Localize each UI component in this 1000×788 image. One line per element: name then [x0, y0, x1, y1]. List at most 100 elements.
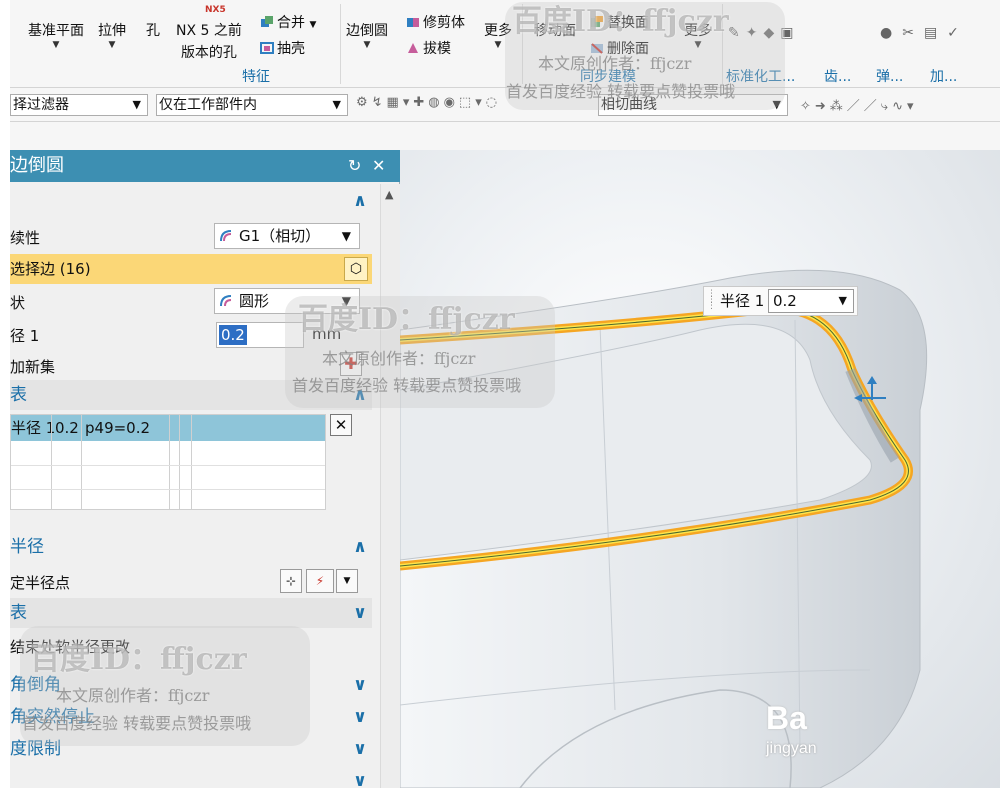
chevron-up-icon[interactable]: ∧ — [348, 532, 372, 562]
chevron-down-icon: ▼ — [132, 98, 141, 111]
graphics-viewport[interactable] — [400, 150, 1000, 788]
extrude-label: 拉伸 — [98, 23, 126, 39]
list-item-expression: p49=0.2 — [85, 419, 151, 437]
draft-label: 拔模 — [423, 41, 451, 57]
circular-shape-icon — [220, 295, 232, 307]
dialog-title-bar: 边倒圆 ↻ ✕ — [10, 150, 400, 182]
callout-label: 半径 1 — [720, 292, 765, 310]
hole-label: 孔 — [146, 23, 160, 39]
list2-label: 表 — [10, 603, 27, 623]
list-row-divider — [11, 465, 325, 466]
shell-icon — [260, 42, 274, 54]
list-row-divider — [11, 489, 325, 490]
callout-radius-select[interactable]: 0.2 ▼ — [768, 289, 854, 313]
watermark-backdrop — [505, 2, 785, 110]
shape-value: 圆形 — [239, 292, 270, 310]
selection-scope-value: 仅在工作部件内 — [159, 97, 257, 113]
cube-icon[interactable]: ⬡ — [344, 257, 368, 281]
chevron-down-icon[interactable]: ∨ — [348, 598, 372, 628]
watermark-backdrop — [20, 626, 310, 746]
features-group-label: 特征 — [242, 69, 270, 85]
next-section-header[interactable]: ∨ — [10, 766, 372, 788]
unite-label: 合并 — [277, 15, 305, 31]
snap-point-icons[interactable]: ✧➜⁂／／⤷∿▾ — [800, 95, 917, 114]
nx5-badge: NX5 — [205, 5, 226, 15]
scroll-up-icon[interactable]: ▲ — [385, 188, 393, 201]
selection-scope-select[interactable]: 仅在工作部件内 ▼ — [156, 94, 348, 116]
add-group-label[interactable]: 加... — [930, 66, 957, 86]
chevron-down-icon: ▼ — [52, 40, 60, 50]
edge-blend-button[interactable]: 边倒圆 ▼ — [346, 22, 388, 50]
radius-value: 0.2 — [219, 325, 247, 345]
spring-group-label[interactable]: 弹... — [876, 66, 903, 86]
list-item-name: 半径 1 — [11, 419, 56, 437]
ribbon-divider — [340, 4, 341, 84]
baidu-jingyan-logo: Ba — [766, 700, 807, 736]
inferred-point-button[interactable]: ⚡ — [306, 569, 334, 593]
remove-item-button[interactable]: ✕ — [330, 414, 352, 436]
trim-body-icon — [407, 18, 419, 27]
snap-tools-icons[interactable]: ⚙↯▦▾✚◍◉⬚▾◌ — [356, 95, 501, 110]
chevron-down-icon[interactable]: ∨ — [348, 766, 372, 788]
edge-blend-label: 边倒圆 — [346, 23, 388, 39]
shell-label: 抽壳 — [277, 41, 305, 57]
gear-tools-icons[interactable]: ●✂▤✓ — [880, 24, 969, 42]
toolbar-spacer — [10, 122, 1000, 150]
part-model — [400, 269, 928, 788]
chevron-down-icon: ▼ — [363, 40, 371, 50]
shell-button[interactable]: 抽壳 — [260, 40, 305, 58]
nx5-hole-label-1: NX 5 之前 — [176, 23, 242, 39]
draft-button[interactable]: 拔模 — [406, 40, 451, 58]
trim-body-button[interactable]: 修剪体 — [406, 14, 465, 32]
radius-list[interactable]: 半径 1 0.2 p49=0.2 — [10, 414, 326, 510]
datum-plane-label: 基准平面 — [28, 23, 84, 39]
edge-section-header[interactable]: ∧ — [10, 186, 372, 216]
chevron-down-icon: ▼ — [108, 40, 116, 50]
type-filter-select[interactable]: 择过滤器 ▼ — [10, 94, 148, 116]
unite-icon — [261, 16, 273, 27]
datum-plane-button[interactable]: 基准平面 ▼ — [28, 22, 84, 50]
close-icon[interactable]: ✕ — [372, 150, 385, 182]
list-label: 表 — [10, 385, 27, 405]
continuity-select[interactable]: G1（相切） ▼ — [214, 223, 360, 249]
select-edge-label: 选择边 (16) — [10, 260, 91, 278]
continuity-value: G1（相切） — [239, 227, 321, 245]
list-column-divider — [81, 415, 82, 509]
callout-radius-value: 0.2 — [773, 292, 797, 310]
select-edge-row[interactable]: 选择边 (16) ⬡ — [10, 254, 372, 284]
point-dialog-button[interactable]: ⊹ — [280, 569, 302, 593]
baidu-jingyan-subtext: jingyan — [766, 740, 817, 757]
chevron-down-icon: ▼ — [332, 98, 341, 111]
reset-icon[interactable]: ↻ — [348, 150, 361, 182]
watermark-backdrop — [285, 296, 555, 408]
variable-radius-label: 半径 — [10, 537, 44, 557]
gear-group-label[interactable]: 齿... — [824, 66, 851, 86]
chevron-down-icon: ▼ — [838, 294, 847, 307]
variable-radius-section-header[interactable]: 半径 ∧ — [10, 532, 372, 562]
dialog-title: 边倒圆 — [10, 155, 64, 176]
chevron-down-icon[interactable]: ∨ — [348, 734, 372, 764]
list-column-divider — [191, 415, 192, 509]
list-column-divider — [169, 415, 170, 509]
dialog-scrollbar[interactable]: ▲ — [380, 184, 400, 788]
type-filter-value: 择过滤器 — [13, 97, 69, 113]
list2-section-header[interactable]: 表 ∨ — [10, 598, 372, 628]
unite-button[interactable]: 合并 ▼ — [260, 14, 316, 34]
chevron-down-icon[interactable]: ∨ — [348, 670, 372, 700]
chevron-down-icon: ▼ — [341, 229, 351, 243]
hole-button[interactable]: 孔 — [146, 22, 160, 40]
extrude-button[interactable]: 拉伸 ▼ — [98, 22, 126, 50]
chevron-up-icon[interactable]: ∧ — [348, 186, 372, 216]
list-item[interactable]: 半径 1 0.2 p49=0.2 — [11, 415, 325, 441]
chevron-down-icon[interactable]: ▼ — [336, 569, 358, 593]
list-column-divider — [51, 415, 52, 509]
nx5-hole-label-2: 版本的孔 — [180, 45, 237, 61]
nx5-hole-button[interactable]: NX 5 之前 版本的孔 — [176, 22, 242, 62]
trim-body-label: 修剪体 — [423, 15, 465, 31]
drag-handle-icon[interactable]: ⋮ ⋮ ⋮ — [707, 290, 716, 311]
chevron-down-icon[interactable]: ∨ — [348, 702, 372, 732]
radius-callout[interactable]: ⋮ ⋮ ⋮ 半径 1 0.2 ▼ — [703, 286, 858, 316]
draft-icon — [408, 43, 418, 53]
blend-continuity-icon — [220, 230, 232, 242]
list-column-divider — [179, 415, 180, 509]
